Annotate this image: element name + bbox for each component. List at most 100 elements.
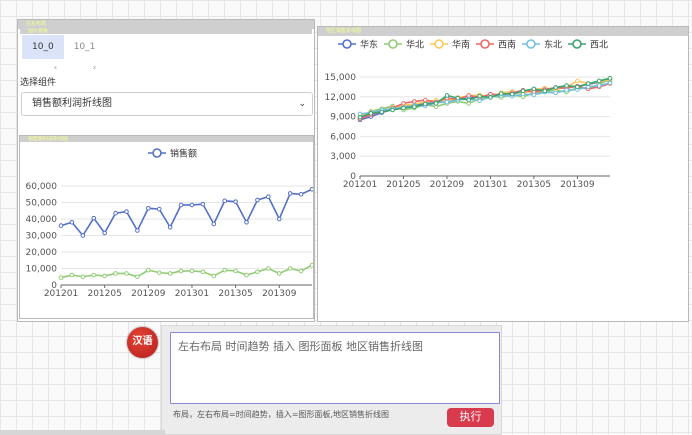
data-point <box>401 101 406 106</box>
y-tick-label: 12,000 <box>325 93 357 103</box>
y-tick-label: 6,000 <box>330 132 356 142</box>
x-tick-label: 201209 <box>430 180 465 190</box>
data-point <box>233 199 238 204</box>
data-point <box>287 266 293 271</box>
data-point <box>298 191 304 197</box>
data-point <box>564 87 569 93</box>
data-point <box>69 220 75 225</box>
legend-marker <box>434 39 444 49</box>
legend-label: 东北 <box>544 39 562 51</box>
data-point <box>477 98 482 104</box>
data-point <box>80 274 86 280</box>
data-point <box>444 99 450 105</box>
data-point <box>433 101 439 106</box>
language-badge[interactable]: 汉语 <box>127 327 158 358</box>
data-point <box>379 109 385 115</box>
region-line-chart: 华东 华北 华南 西南 东北 西北03,0006,0009,00012,00015,000… <box>325 39 613 190</box>
legend-label: 华北 <box>406 39 424 51</box>
run-button[interactable]: 执行 <box>447 408 494 427</box>
legend-marker <box>480 39 490 49</box>
y-tick-label: 60,000 <box>26 182 58 192</box>
data-point <box>167 271 173 276</box>
y-tick-label: 15,000 <box>325 73 357 83</box>
data-point <box>357 114 363 120</box>
x-tick-label: 201205 <box>386 180 420 190</box>
tab-close-icon[interactable]: x <box>54 65 57 71</box>
data-point <box>287 191 293 196</box>
series-line <box>359 78 611 118</box>
y-tick-label: 10,000 <box>26 265 58 275</box>
data-point <box>200 201 206 207</box>
y-tick-label: 40,000 <box>26 215 58 225</box>
component-select-value: 销售额利润折线图 <box>32 98 112 109</box>
data-point <box>178 268 184 274</box>
command-input[interactable]: 左右布局 时间趋势 插入 图形面板 地区销售折线图 <box>170 332 500 404</box>
chevron-down-icon: ⌄ <box>298 99 306 109</box>
data-point <box>422 97 428 103</box>
data-point <box>156 206 162 212</box>
data-point <box>412 99 417 104</box>
data-point <box>222 267 227 273</box>
data-point <box>222 198 227 204</box>
data-point <box>368 111 374 116</box>
data-point <box>309 187 313 192</box>
data-point <box>607 80 613 86</box>
status-strip <box>0 430 165 435</box>
y-tick-label: 50,000 <box>26 199 58 209</box>
select-label: 选择组件 <box>20 78 57 88</box>
legend-label: 华南 <box>452 39 470 51</box>
tab-10-1[interactable]: 10_1 <box>64 35 106 59</box>
data-point <box>124 271 129 276</box>
data-point <box>276 216 282 222</box>
picture-panel: 图片面板 10_0 10_1 x x <box>20 28 312 72</box>
data-point <box>266 266 271 271</box>
data-point <box>266 194 271 200</box>
legend-label: 销售额 <box>170 148 197 160</box>
tab-close-icon[interactable]: x <box>93 65 96 71</box>
x-tick-label: 201201 <box>343 180 377 190</box>
data-point <box>466 97 471 103</box>
data-point <box>575 84 580 90</box>
data-point <box>200 269 206 275</box>
data-point <box>244 220 249 225</box>
data-point <box>607 76 613 81</box>
sales-line-chart: 销售额010,00020,00030,00040,00050,00060,000… <box>26 148 313 299</box>
component-select[interactable]: 销售额利润折线图 ⌄ <box>21 92 313 116</box>
data-point <box>488 95 493 100</box>
data-point <box>309 262 313 268</box>
legend-marker <box>526 39 536 49</box>
y-tick-label: 30,000 <box>26 232 58 242</box>
y-tick-label: 3,000 <box>330 152 356 162</box>
data-point <box>113 271 118 276</box>
data-point <box>189 268 195 274</box>
data-point <box>298 268 304 274</box>
data-point <box>91 215 97 221</box>
data-point <box>422 101 428 107</box>
data-point <box>102 273 107 279</box>
data-point <box>211 221 217 227</box>
data-point <box>596 83 602 88</box>
series-line <box>60 264 313 279</box>
sales-profit-chart-panel: 销售额利润折线图 销售额 0 10,000 20,000 30,000 40,000 50,… <box>19 135 314 319</box>
region-panel-label: 地区销售折线图 <box>318 27 688 36</box>
legend-marker <box>152 148 162 158</box>
data-point <box>401 105 406 111</box>
data-point <box>390 107 395 113</box>
data-point <box>553 90 558 96</box>
data-point <box>596 78 602 84</box>
data-point <box>585 81 591 86</box>
tab-10-0[interactable]: 10_0 <box>22 35 64 59</box>
y-tick-label: 9,000 <box>330 113 356 123</box>
data-point <box>91 272 97 278</box>
data-point <box>575 78 580 84</box>
x-tick-label: 201305 <box>517 180 551 190</box>
data-point <box>564 83 569 88</box>
data-point <box>244 272 249 278</box>
legend-label: 华东 <box>360 39 378 51</box>
x-tick-label: 201205 <box>87 289 121 299</box>
data-point <box>58 223 64 228</box>
y-tick-label: 20,000 <box>26 248 58 258</box>
data-point <box>553 85 558 90</box>
data-point <box>178 202 184 208</box>
data-point <box>167 224 173 230</box>
